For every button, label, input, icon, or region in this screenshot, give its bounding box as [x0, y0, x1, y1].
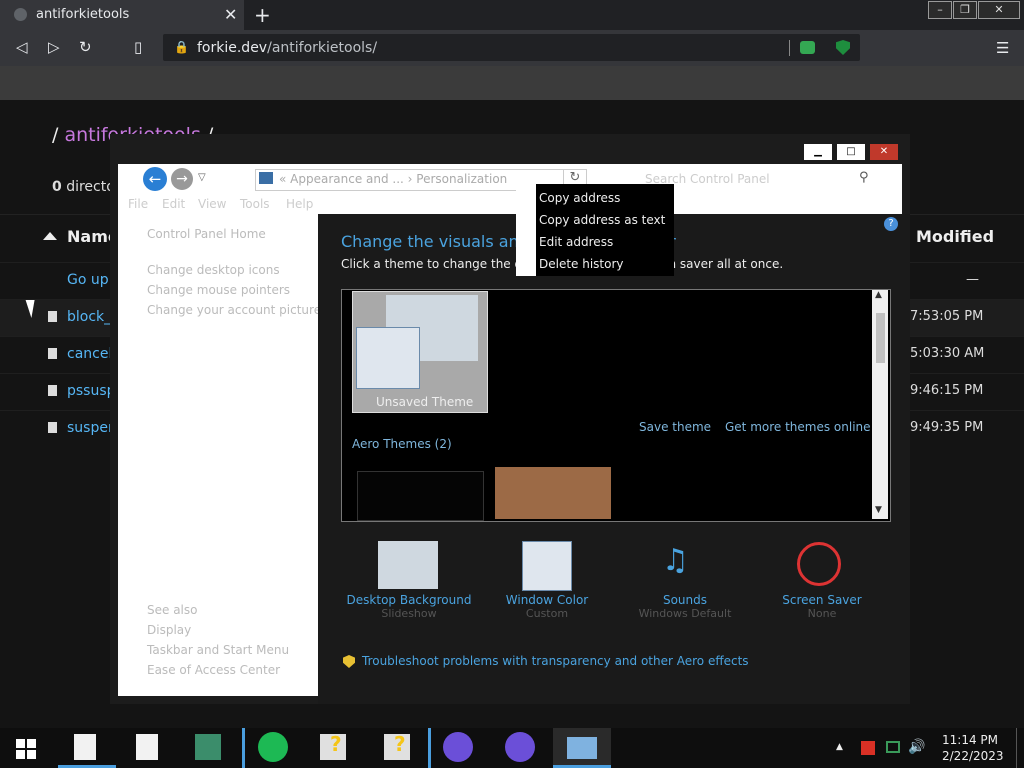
minimize-button[interactable]: – [928, 1, 952, 19]
show-desktop-button[interactable] [1016, 728, 1017, 768]
close-window-button[interactable]: ✕ [978, 1, 1020, 19]
scroll-thumb[interactable] [876, 313, 885, 363]
see-also-title: See also [147, 603, 198, 617]
extension-icon[interactable] [800, 41, 815, 54]
troubleshoot-link[interactable]: Troubleshoot problems with transparency … [362, 654, 749, 668]
unsaved-theme-label: Unsaved Theme [376, 395, 474, 409]
copy-address-item[interactable]: Copy address [539, 191, 620, 205]
network-icon[interactable] [886, 741, 900, 753]
cp-breadcrumb[interactable]: « Appearance and ... › Personalization [279, 172, 507, 186]
bookmark-icon[interactable]: ▯ [134, 38, 142, 56]
scroll-up-icon[interactable]: ▲ [875, 290, 882, 300]
new-tab-button[interactable]: + [254, 3, 271, 27]
desktop-background-icon[interactable] [378, 541, 438, 589]
menu-file[interactable]: File [128, 197, 148, 211]
file-link[interactable]: block_ [67, 309, 111, 325]
menu-icon[interactable]: ☰ [996, 39, 1009, 57]
copy-address-as-text-item[interactable]: Copy address as text [539, 213, 665, 227]
file-date: 9:49:35 PM [910, 420, 984, 435]
menu-help[interactable]: Help [286, 197, 313, 211]
screen-saver-icon[interactable] [797, 542, 841, 586]
file-link[interactable]: cancel [67, 346, 112, 362]
control-panel-icon [259, 172, 273, 184]
aero-theme-tile[interactable] [357, 471, 484, 521]
notepad-icon[interactable] [136, 734, 158, 760]
start-icon[interactable] [16, 739, 36, 759]
firefox-icon[interactable] [443, 732, 473, 762]
account-picture-link[interactable]: Change your account picture [147, 303, 321, 317]
go-up-date: — [966, 272, 979, 287]
page-header-bar [0, 66, 1024, 100]
divider [428, 728, 431, 768]
window-color-icon[interactable] [522, 541, 572, 591]
sort-arrow-icon[interactable] [43, 232, 57, 240]
delete-history-item[interactable]: Delete history [539, 257, 624, 271]
cp-history-dropdown-icon[interactable]: ▽ [198, 172, 206, 183]
cp-minimize-button[interactable]: ▁ [804, 144, 832, 160]
notepad-icon[interactable] [74, 734, 96, 760]
divider [789, 40, 790, 56]
file-link[interactable]: pssusp [67, 383, 116, 399]
display-link[interactable]: Display [147, 623, 191, 637]
screen-saver-button[interactable]: Screen Saver None [757, 593, 887, 620]
file-icon [48, 348, 57, 359]
go-up-link[interactable]: Go up [67, 272, 109, 288]
file-icon [48, 385, 57, 396]
save-theme-link[interactable]: Save theme [639, 420, 711, 434]
clock-time[interactable]: 11:14 PM [942, 733, 998, 747]
edit-address-item[interactable]: Edit address [539, 235, 613, 249]
column-modified[interactable]: Modified [916, 227, 994, 246]
cp-forward-icon[interactable]: → [171, 168, 193, 190]
window-color-button[interactable]: Window Color Custom [482, 593, 612, 620]
tab-close-button[interactable]: ✕ [224, 5, 237, 24]
get-more-themes-link[interactable]: Get more themes online [725, 420, 871, 434]
spotify-icon[interactable] [258, 732, 288, 762]
desktop-icons-link[interactable]: Change desktop icons [147, 263, 280, 277]
cp-maximize-button[interactable]: □ [837, 144, 865, 160]
scroll-down-icon[interactable]: ▼ [875, 505, 882, 515]
taskbar-link[interactable]: Taskbar and Start Menu [147, 643, 289, 657]
url-text[interactable]: forkie.dev/antiforkietools/ [197, 40, 377, 56]
globe-icon [14, 8, 27, 21]
sounds-icon[interactable]: ♫ [662, 543, 689, 578]
question-icon: ? [394, 732, 406, 756]
desktop-background-button[interactable]: Desktop Background Slideshow [344, 593, 474, 620]
clock-date[interactable]: 2/22/2023 [942, 749, 1004, 763]
aero-theme-tile[interactable] [495, 467, 611, 519]
back-icon[interactable]: ◁ [16, 38, 28, 56]
file-date: 9:46:15 PM [910, 383, 984, 398]
app-window-icon[interactable] [195, 734, 221, 760]
lock-icon: 🔒 [174, 40, 189, 54]
menu-edit[interactable]: Edit [162, 197, 185, 211]
cp-close-button[interactable]: ✕ [870, 144, 898, 160]
volume-icon[interactable]: 🔊 [908, 739, 925, 755]
menu-view[interactable]: View [198, 197, 226, 211]
divider [242, 728, 245, 768]
mouse-pointers-link[interactable]: Change mouse pointers [147, 283, 290, 297]
tab-title: antiforkietools [36, 7, 130, 22]
reload-icon[interactable]: ↻ [79, 38, 92, 56]
aero-themes-heading: Aero Themes (2) [352, 437, 452, 451]
window-color-thumbnail [356, 327, 420, 389]
show-hidden-icons[interactable]: ▲ [836, 742, 843, 752]
menu-tools[interactable]: Tools [240, 197, 270, 211]
sounds-button[interactable]: Sounds Windows Default [620, 593, 750, 620]
file-date: 5:03:30 AM [910, 346, 985, 361]
file-date: 7:53:05 PM [910, 309, 984, 324]
cp-title: Change the visuals and [341, 232, 529, 251]
forward-icon[interactable]: ▷ [48, 38, 60, 56]
file-icon [48, 422, 57, 433]
flag-icon[interactable] [861, 741, 875, 755]
question-icon: ? [330, 732, 342, 756]
help-icon[interactable]: ? [884, 217, 898, 231]
cp-back-icon[interactable]: ← [143, 167, 167, 191]
control-panel-icon[interactable] [567, 737, 597, 759]
firefox-icon[interactable] [505, 732, 535, 762]
maximize-button[interactable]: ❐ [953, 1, 977, 19]
file-link[interactable]: susper [67, 420, 114, 436]
ease-of-access-link[interactable]: Ease of Access Center [147, 663, 280, 677]
search-icon[interactable]: ⚲ [859, 170, 869, 185]
file-icon [48, 311, 57, 322]
cp-home-link[interactable]: Control Panel Home [147, 227, 266, 241]
